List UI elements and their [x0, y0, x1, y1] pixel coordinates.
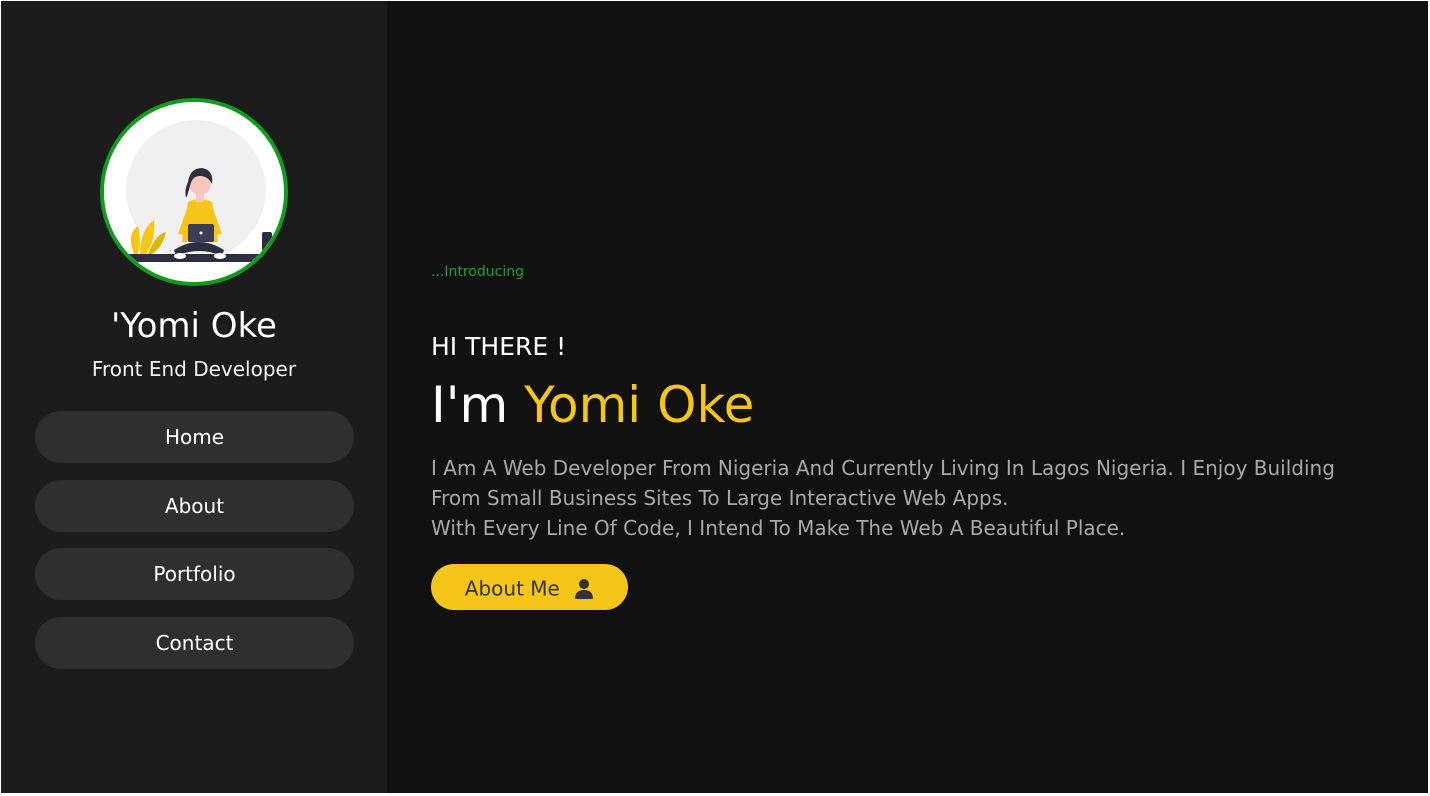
page-frame: 'Yomi Oke Front End Developer Home About… [1, 1, 1428, 793]
avatar-illustration [104, 102, 284, 282]
description-line-1: I Am A Web Developer From Nigeria And Cu… [431, 456, 1335, 510]
profile-role: Front End Developer [91, 357, 297, 381]
hero-description: I Am A Web Developer From Nigeria And Cu… [431, 453, 1371, 543]
intro-text: ...Introducing [431, 264, 524, 280]
hero-heading: I'm Yomi Oke [431, 373, 754, 437]
about-me-button[interactable]: About Me [431, 564, 628, 610]
nav-item-portfolio[interactable]: Portfolio [35, 548, 354, 600]
profile-name: 'Yomi Oke [111, 306, 277, 346]
hero-heading-name: Yomi Oke [524, 376, 755, 434]
hero-heading-prefix: I'm [431, 376, 509, 434]
greeting: HI THERE ! [431, 332, 567, 361]
sidebar: 'Yomi Oke Front End Developer Home About… [1, 1, 387, 793]
description-line-2: With Every Line Of Code, I Intend To Mak… [431, 516, 1126, 540]
nav-item-about[interactable]: About [35, 480, 354, 532]
avatar [100, 98, 288, 286]
user-icon [575, 578, 594, 599]
about-me-button-label: About Me [464, 576, 560, 601]
nav-item-home[interactable]: Home [35, 411, 354, 463]
nav-item-contact[interactable]: Contact [35, 617, 354, 669]
